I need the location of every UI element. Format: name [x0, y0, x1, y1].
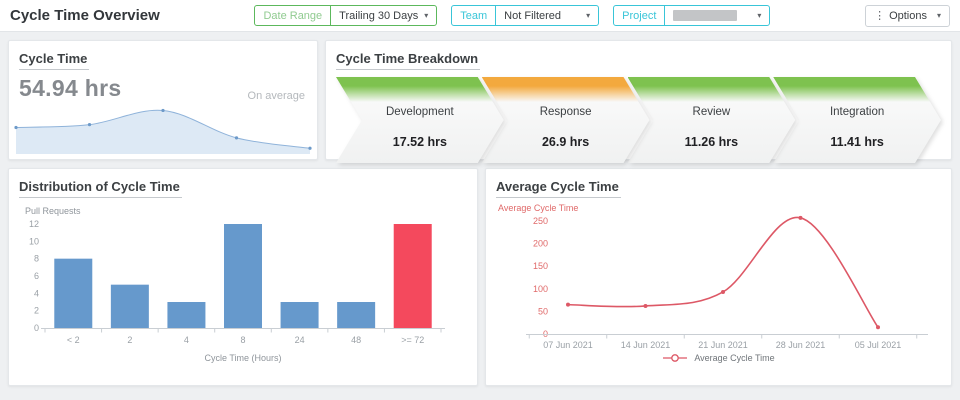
filter-bar: Date Range Trailing 30 Days ▾ Team Not F…	[254, 5, 771, 26]
svg-text:0: 0	[34, 323, 39, 333]
svg-text:200: 200	[533, 239, 548, 249]
date-range-value: Trailing 30 Days	[339, 9, 419, 22]
header: Cycle Time Overview Date Range Trailing …	[0, 0, 960, 32]
chevron-down-icon: ▾	[424, 11, 429, 20]
vertical-ellipsis-icon: ⋮	[874, 10, 886, 22]
project-label: Project	[614, 6, 666, 25]
stage-status-bar	[628, 77, 796, 102]
date-range-label: Date Range	[255, 6, 332, 25]
breakdown-stage-development: Development 17.52 hrs	[336, 77, 504, 163]
svg-text:150: 150	[533, 261, 548, 271]
stage-status-bar	[773, 77, 941, 102]
date-range-filter: Date Range Trailing 30 Days ▾	[254, 5, 438, 26]
legend-label: Average Cycle Time	[694, 353, 775, 363]
cycle-time-panel: Cycle Time 54.94 hrs On average	[8, 40, 318, 160]
breakdown-stage-response: Response 26.9 hrs	[482, 77, 650, 163]
svg-text:4: 4	[34, 288, 39, 298]
svg-text:28 Jun 2021: 28 Jun 2021	[776, 340, 826, 350]
svg-text:8: 8	[240, 335, 245, 345]
svg-text:2: 2	[127, 335, 132, 345]
breakdown-stage-integration: Integration 11.41 hrs	[773, 77, 941, 163]
team-value: Not Filtered	[504, 9, 562, 22]
date-range-select[interactable]: Trailing 30 Days ▾	[331, 6, 436, 25]
stage-status-bar	[482, 77, 650, 102]
breakdown-stages: Development 17.52 hrs Response 26.9 hrs …	[336, 77, 941, 163]
svg-text:21 Jun 2021: 21 Jun 2021	[698, 340, 748, 350]
team-label: Team	[452, 6, 497, 25]
stage-value: 11.26 hrs	[684, 135, 739, 149]
stage-name: Response	[539, 106, 592, 118]
cycle-time-value: 54.94 hrs	[19, 75, 122, 101]
stage-name: Review	[692, 106, 731, 118]
svg-text:250: 250	[533, 216, 548, 226]
stage-status-bar	[336, 77, 504, 102]
svg-text:Cycle Time (Hours): Cycle Time (Hours)	[204, 353, 281, 363]
chevron-shape: Development 17.52 hrs	[336, 77, 504, 163]
chevron-shape: Review 11.26 hrs	[628, 77, 796, 163]
svg-text:24: 24	[295, 335, 305, 345]
stage-value: 11.41 hrs	[830, 135, 884, 149]
chevron-down-icon: ▾	[586, 11, 591, 20]
stage-value: 26.9 hrs	[541, 135, 590, 149]
svg-text:100: 100	[533, 284, 548, 294]
svg-text:< 2: < 2	[67, 335, 80, 345]
cycle-time-sparkline	[14, 108, 312, 154]
average-cycle-time-line-chart: Average Cycle Time05010015020025007 Jun …	[498, 203, 928, 350]
svg-text:14 Jun 2021: 14 Jun 2021	[621, 340, 671, 350]
cycle-time-title: Cycle Time	[19, 51, 90, 70]
page-title: Cycle Time Overview	[10, 7, 160, 24]
team-filter: Team Not Filtered ▾	[451, 5, 600, 26]
team-select[interactable]: Not Filtered ▾	[496, 6, 598, 25]
legend-line-marker-icon	[663, 354, 688, 362]
project-filter: Project ▾	[613, 5, 771, 26]
chevron-down-icon: ▾	[757, 11, 762, 20]
chart-legend[interactable]: Average Cycle Time	[496, 353, 941, 363]
options-button[interactable]: ⋮ Options ▾	[865, 4, 950, 27]
project-value-redacted	[673, 10, 738, 21]
svg-text:4: 4	[184, 335, 189, 345]
svg-text:05 Jul 2021: 05 Jul 2021	[855, 340, 902, 350]
svg-text:Pull Requests: Pull Requests	[25, 206, 81, 216]
chevron-down-icon: ▾	[936, 11, 941, 20]
stage-value: 17.52 hrs	[392, 135, 447, 149]
stage-name: Integration	[829, 106, 885, 118]
average-cycle-time-panel: Average Cycle Time Average Cycle Time050…	[485, 168, 952, 386]
chevron-shape: Response 26.9 hrs	[482, 77, 650, 163]
svg-text:12: 12	[29, 219, 39, 229]
dashboard-body: Cycle Time 54.94 hrs On average Cycle Ti…	[0, 32, 960, 394]
breakdown-stage-review: Review 11.26 hrs	[628, 77, 796, 163]
svg-text:6: 6	[34, 271, 39, 281]
options-label: Options	[889, 9, 927, 22]
svg-text:>= 72: >= 72	[401, 335, 424, 345]
svg-text:10: 10	[29, 236, 39, 246]
stage-name: Development	[385, 106, 454, 118]
cycle-time-breakdown-panel: Cycle Time Breakdown Development 17.52 h…	[325, 40, 952, 160]
distribution-panel: Distribution of Cycle Time Pull Requests…	[8, 168, 478, 386]
svg-text:07 Jun 2021: 07 Jun 2021	[543, 340, 593, 350]
chevron-shape: Integration 11.41 hrs	[773, 77, 941, 163]
svg-text:8: 8	[34, 254, 39, 264]
svg-text:50: 50	[538, 306, 548, 316]
svg-text:Average Cycle Time: Average Cycle Time	[498, 203, 578, 213]
average-title: Average Cycle Time	[496, 179, 621, 198]
breakdown-title: Cycle Time Breakdown	[336, 51, 481, 70]
distribution-title: Distribution of Cycle Time	[19, 179, 182, 198]
distribution-bar-chart: Pull Requests024681012< 2 2 4 8 24 48 >= 72Cyc…	[25, 206, 445, 363]
svg-text:48: 48	[351, 335, 361, 345]
project-select[interactable]: ▾	[665, 6, 769, 25]
svg-text:2: 2	[34, 306, 39, 316]
